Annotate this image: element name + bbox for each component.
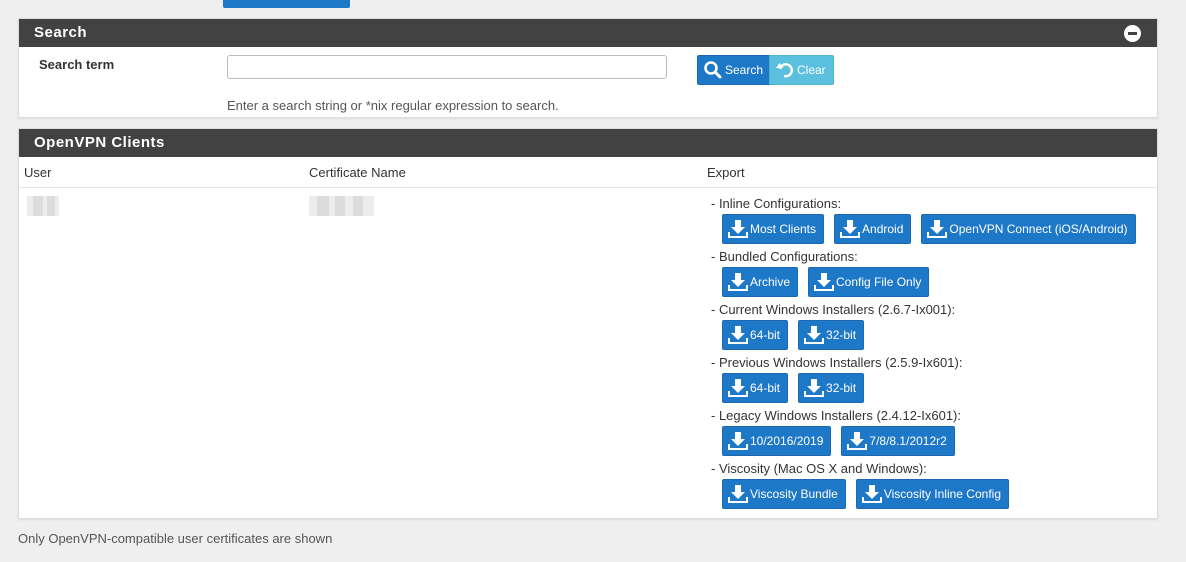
export-button-label: 64-bit xyxy=(750,381,781,395)
export-button-row: 10/2016/2019 7/8/8.1/2012r2 xyxy=(711,426,1151,456)
table-header-divider xyxy=(19,187,1157,188)
export-download-button[interactable]: Most Clients xyxy=(722,214,825,244)
download-icon xyxy=(728,272,748,292)
redacted-user-name xyxy=(27,196,59,216)
export-button-label: OpenVPN Connect (iOS/Android) xyxy=(949,222,1128,236)
export-column-header: Export xyxy=(707,165,745,180)
export-group-label: - Inline Configurations: xyxy=(711,196,842,211)
search-button-label: Search xyxy=(725,63,764,77)
download-icon xyxy=(847,431,868,451)
search-term-label: Search term xyxy=(39,57,115,72)
export-button-label: 32-bit xyxy=(826,328,857,342)
export-download-button[interactable]: Viscosity Inline Config xyxy=(855,479,1009,509)
user-column-header: User xyxy=(24,165,52,180)
export-button-label: Archive xyxy=(750,275,791,289)
export-download-button[interactable]: Android xyxy=(834,214,912,244)
export-button-row: 64-bit 32-bit xyxy=(711,373,1151,403)
export-download-button[interactable]: 64-bit xyxy=(722,373,789,403)
download-icon xyxy=(728,378,748,398)
export-download-button[interactable]: 32-bit xyxy=(798,320,865,350)
certificate-column-header: Certificate Name xyxy=(309,165,406,180)
export-button-label: Viscosity Inline Config xyxy=(883,487,1001,501)
export-download-button[interactable]: OpenVPN Connect (iOS/Android) xyxy=(921,214,1136,244)
search-panel-title: Search xyxy=(34,24,88,41)
export-download-button[interactable]: 32-bit xyxy=(798,373,865,403)
export-group-label: - Current Windows Installers (2.6.7-Ix00… xyxy=(711,302,956,317)
export-button-label: 64-bit xyxy=(750,328,781,342)
export-download-button[interactable]: Config File Only xyxy=(808,267,930,297)
openvpn-clients-panel: OpenVPN Clients User Certificate Name Ex… xyxy=(18,128,1158,519)
download-icon xyxy=(861,484,882,504)
export-button-label: 32-bit xyxy=(826,381,857,395)
download-icon xyxy=(927,219,948,239)
footer-note: Only OpenVPN-compatible user certificate… xyxy=(18,531,333,546)
export-button-label: 7/8/8.1/2012r2 xyxy=(869,434,947,448)
export-button-label: Most Clients xyxy=(750,222,817,236)
search-help-text: Enter a search string or *nix regular ex… xyxy=(227,98,559,113)
download-icon xyxy=(814,272,835,292)
download-icon xyxy=(840,219,861,239)
export-button-label: Viscosity Bundle xyxy=(750,487,838,501)
clients-panel-heading: OpenVPN Clients xyxy=(19,129,1157,157)
export-button-label: Android xyxy=(862,222,904,236)
redacted-certificate-name xyxy=(309,196,374,216)
export-group-label: - Previous Windows Installers (2.5.9-Ix6… xyxy=(711,355,963,370)
search-panel-heading: Search xyxy=(19,19,1157,47)
top-action-button[interactable] xyxy=(223,0,350,8)
export-button-row: Viscosity Bundle Viscosity Inline Config xyxy=(711,479,1151,509)
search-input[interactable] xyxy=(227,55,667,79)
clear-button-label: Clear xyxy=(797,63,826,77)
search-panel: Search Search term Enter a search string… xyxy=(18,18,1158,118)
export-button-row: 64-bit 32-bit xyxy=(711,320,1151,350)
export-button-row: Archive Config File Only xyxy=(711,267,1151,297)
download-icon xyxy=(804,378,825,398)
export-button-row: Most Clients Android OpenVPN Connect (iOS/… xyxy=(711,214,1151,244)
export-group-label: - Bundled Configurations: xyxy=(711,249,858,264)
export-button-label: Config File Only xyxy=(836,275,922,289)
export-download-button[interactable]: 7/8/8.1/2012r2 xyxy=(841,426,955,456)
download-icon xyxy=(728,219,748,239)
download-icon xyxy=(728,431,748,451)
download-icon xyxy=(728,325,748,345)
export-options: - Inline Configurations: Most Clients Andr… xyxy=(711,195,1151,513)
export-download-button[interactable]: 10/2016/2019 xyxy=(722,426,832,456)
export-group-label: - Legacy Windows Installers (2.4.12-Ix60… xyxy=(711,408,961,423)
download-icon xyxy=(728,484,748,504)
export-button-label: 10/2016/2019 xyxy=(750,434,824,448)
search-button[interactable]: Search xyxy=(697,55,772,85)
download-icon xyxy=(804,325,825,345)
export-download-button[interactable]: Viscosity Bundle xyxy=(722,479,846,509)
clear-button[interactable]: Clear xyxy=(769,55,834,85)
export-download-button[interactable]: 64-bit xyxy=(722,320,789,350)
export-group-label: - Viscosity (Mac OS X and Windows): xyxy=(711,461,927,476)
collapse-icon[interactable] xyxy=(1124,25,1141,42)
search-icon xyxy=(703,60,723,80)
undo-icon xyxy=(775,60,795,80)
export-download-button[interactable]: Archive xyxy=(722,267,799,297)
clients-panel-title: OpenVPN Clients xyxy=(34,134,165,151)
